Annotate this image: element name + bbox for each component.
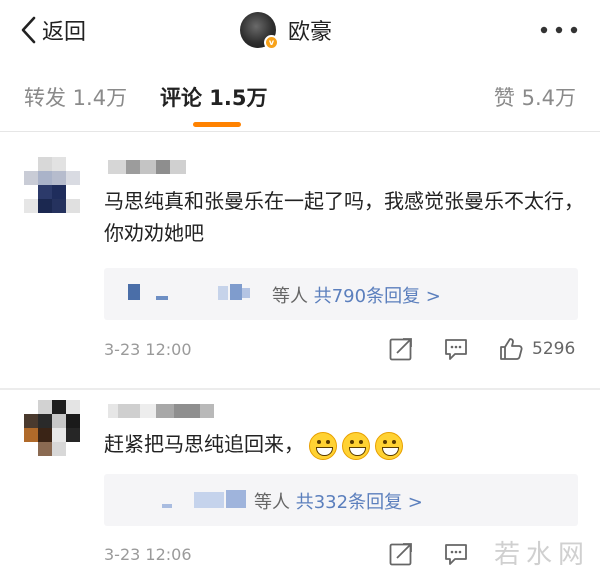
comment-text-content: 赶紧把马思纯追回来， xyxy=(104,432,304,456)
like-icon[interactable] xyxy=(498,336,524,362)
back-label: 返回 xyxy=(42,20,87,45)
more-button[interactable] xyxy=(540,14,578,46)
comment-text: 赶紧把马思纯追回来， xyxy=(104,428,584,460)
grin-emoji-icon xyxy=(342,431,370,460)
tab-bar: 转发 1.4万 评论 1.5万 赞 5.4万 xyxy=(0,60,600,132)
profile-title[interactable]: v 欧豪 xyxy=(240,8,332,52)
tab-comments[interactable]: 评论 1.5万 xyxy=(160,82,268,112)
tab-forwards[interactable]: 转发 1.4万 xyxy=(24,82,127,112)
more-dots-icon xyxy=(540,26,578,34)
reply-summary-text: 等人 共790条回复 > xyxy=(272,282,441,308)
view-replies-link[interactable]: 共790条回复 > xyxy=(314,286,441,307)
commenter-name-blurred[interactable] xyxy=(108,404,214,418)
chevron-left-icon xyxy=(21,16,36,44)
top-bar: 返回 v 欧豪 xyxy=(0,0,600,60)
avatar[interactable]: v xyxy=(240,12,279,50)
like-count: 5296 xyxy=(532,339,576,359)
repost-icon[interactable] xyxy=(388,541,414,567)
reply-summary[interactable]: 等人 共332条回复 > xyxy=(104,474,578,526)
back-button[interactable]: 返回 xyxy=(18,10,86,50)
comment-icon[interactable] xyxy=(443,541,469,567)
grin-emoji-icon xyxy=(309,431,337,460)
reply-summary[interactable]: 等人 共790条回复 > xyxy=(104,268,578,320)
comment-icon[interactable] xyxy=(443,336,469,362)
comment-time: 3-23 12:00 xyxy=(104,340,192,359)
repost-icon[interactable] xyxy=(388,336,414,362)
watermark: 若水网 xyxy=(493,540,590,570)
reply-suffix: 等人 xyxy=(272,286,308,307)
comment-time: 3-23 12:06 xyxy=(104,545,192,564)
verified-badge-icon: v xyxy=(264,35,279,50)
comment-actions xyxy=(388,541,488,571)
page-title: 欧豪 xyxy=(288,20,333,45)
tab-likes[interactable]: 赞 5.4万 xyxy=(494,82,576,112)
replier-names-blurred xyxy=(154,474,254,526)
comment-text: 马思纯真和张曼乐在一起了吗，我感觉张曼乐不太行，你劝劝她吧 xyxy=(104,189,584,245)
commenter-name-blurred[interactable] xyxy=(108,160,186,174)
reply-suffix: 等人 xyxy=(254,492,290,513)
grin-emoji-icon xyxy=(375,431,403,460)
comment-item: 马思纯真和张曼乐在一起了吗，我感觉张曼乐不太行，你劝劝她吧 等人 共790条回复… xyxy=(0,133,600,388)
view-replies-link[interactable]: 共332条回复 > xyxy=(296,492,423,513)
replier-names-blurred xyxy=(126,268,256,320)
reply-summary-text: 等人 共332条回复 > xyxy=(254,488,423,514)
commenter-avatar[interactable] xyxy=(24,400,82,458)
commenter-avatar[interactable] xyxy=(24,157,82,215)
active-tab-indicator xyxy=(193,122,241,127)
comment-actions: 5296 xyxy=(388,336,588,366)
